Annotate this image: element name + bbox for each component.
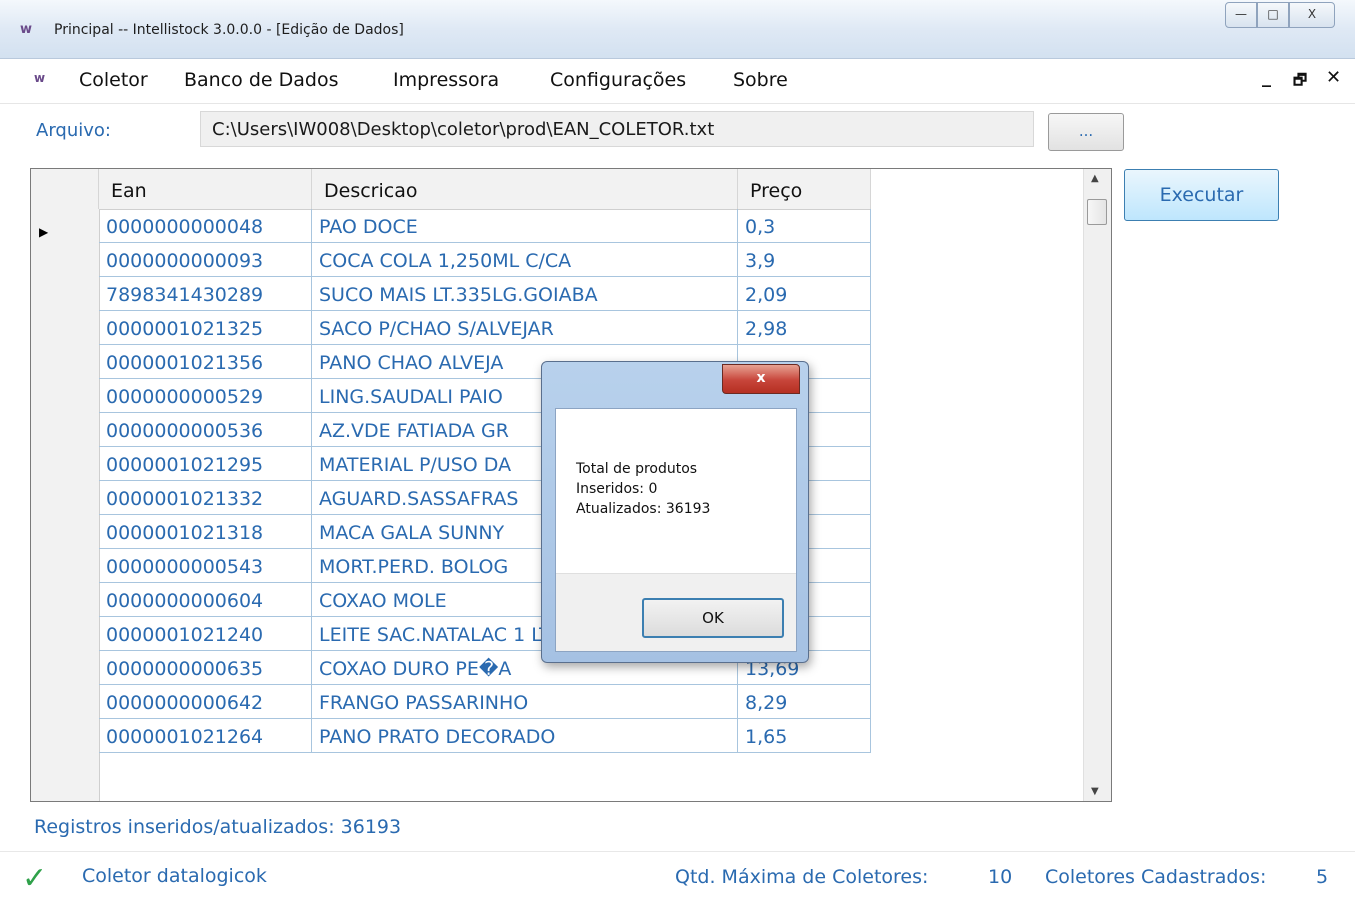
table-row[interactable]: 7898341430289 SUCO MAIS LT.335LG.GOIABA 2,…	[99, 277, 871, 311]
close-button[interactable]: X	[1289, 2, 1335, 28]
table-row[interactable]: 0000000000642 FRANGO PASSARINHO 8,29	[99, 685, 871, 719]
cell-ean[interactable]: 0000001021325	[99, 311, 312, 345]
column-header-preco[interactable]: Preço	[738, 169, 871, 209]
grid-vertical-scrollbar[interactable]: ▲ ▼	[1083, 169, 1111, 801]
dialog-message-line: Inseridos: 0	[576, 481, 658, 497]
cell-ean[interactable]: 0000001021332	[99, 481, 312, 515]
cell-preco[interactable]: 8,29	[738, 685, 871, 719]
cell-descricao[interactable]: PANO PRATO DECORADO	[312, 719, 738, 753]
cell-ean[interactable]: 0000000000642	[99, 685, 312, 719]
cell-descricao[interactable]: PAO DOCE	[312, 209, 738, 243]
window-title: Principal -- Intellistock 3.0.0.0 - [Edi…	[54, 22, 404, 38]
dialog-footer: OK	[556, 573, 796, 651]
menu-bar: w Coletor Banco de Dados Impressora Conf…	[0, 59, 1355, 104]
cell-ean[interactable]: 0000001021318	[99, 515, 312, 549]
records-count-label: Registros inseridos/atualizados: 36193	[34, 816, 402, 838]
menu-banco-de-dados[interactable]: Banco de Dados	[184, 69, 338, 91]
table-row[interactable]: 0000001021264 PANO PRATO DECORADO 1,65	[99, 719, 871, 753]
intellistock-logo-icon: w	[20, 22, 33, 37]
file-label: Arquivo:	[36, 120, 111, 141]
grid-header: Ean Descricao Preço	[31, 169, 871, 210]
row-header-column[interactable]	[31, 209, 100, 801]
file-path-input[interactable]: C:\Users\IW008\Desktop\coletor\prod\EAN_…	[200, 111, 1034, 147]
cell-ean[interactable]: 0000001021264	[99, 719, 312, 753]
minimize-button[interactable]: —	[1225, 2, 1257, 28]
status-bar: ✓ Coletor datalogicok Qtd. Máxima de Col…	[0, 851, 1355, 902]
row-header-corner	[31, 169, 99, 209]
cell-ean[interactable]: 0000000000529	[99, 379, 312, 413]
cell-ean[interactable]: 0000001021240	[99, 617, 312, 651]
table-row[interactable]: 0000000000048 PAO DOCE 0,3	[99, 209, 871, 243]
cell-ean[interactable]: 0000001021356	[99, 345, 312, 379]
column-header-ean[interactable]: Ean	[99, 169, 312, 209]
cell-preco[interactable]: 3,9	[738, 243, 871, 277]
mdi-app-icon[interactable]: w	[34, 71, 45, 85]
cell-ean[interactable]: 0000000000048	[99, 209, 312, 243]
cell-ean[interactable]: 0000000000635	[99, 651, 312, 685]
cell-preco[interactable]: 1,65	[738, 719, 871, 753]
column-header-descricao[interactable]: Descricao	[312, 169, 738, 209]
table-row[interactable]: 0000000000093 COCA COLA 1,250ML C/CA 3,9	[99, 243, 871, 277]
window-controls: — □ X	[1225, 2, 1335, 28]
message-dialog: x Total de produtos Inseridos: 0 Atualiz…	[541, 361, 809, 663]
scroll-down-icon[interactable]: ▼	[1091, 786, 1099, 797]
menu-coletor[interactable]: Coletor	[79, 69, 148, 91]
cell-preco[interactable]: 2,98	[738, 311, 871, 345]
cell-ean[interactable]: 0000000000604	[99, 583, 312, 617]
window-titlebar[interactable]: w Principal -- Intellistock 3.0.0.0 - [E…	[0, 0, 1355, 59]
checkmark-icon: ✓	[22, 861, 48, 896]
browse-button[interactable]: ...	[1048, 113, 1124, 151]
menu-sobre[interactable]: Sobre	[733, 69, 788, 91]
cell-preco[interactable]: 2,09	[738, 277, 871, 311]
scroll-up-icon[interactable]: ▲	[1091, 173, 1099, 184]
collector-status: Coletor datalogicok	[82, 865, 267, 887]
dialog-close-button[interactable]: x	[722, 364, 800, 394]
mdi-close-icon[interactable]: ✕	[1326, 67, 1341, 88]
ok-button[interactable]: OK	[642, 598, 784, 638]
registered-collectors-label: Coletores Cadastrados:	[1045, 866, 1267, 888]
cell-ean[interactable]: 7898341430289	[99, 277, 312, 311]
cell-ean[interactable]: 0000000000093	[99, 243, 312, 277]
cell-preco[interactable]: 0,3	[738, 209, 871, 243]
cell-ean[interactable]: 0000000000536	[99, 413, 312, 447]
cell-ean[interactable]: 0000000000543	[99, 549, 312, 583]
cell-descricao[interactable]: COCA COLA 1,250ML C/CA	[312, 243, 738, 277]
cell-descricao[interactable]: SUCO MAIS LT.335LG.GOIABA	[312, 277, 738, 311]
table-row[interactable]: 0000001021325 SACO P/CHAO S/ALVEJAR 2,98	[99, 311, 871, 345]
menu-configuracoes[interactable]: Configurações	[550, 69, 686, 91]
max-collectors-label: Qtd. Máxima de Coletores:	[675, 866, 929, 888]
mdi-minimize-icon[interactable]: _	[1262, 67, 1271, 88]
dialog-body: Total de produtos Inseridos: 0 Atualizad…	[555, 408, 797, 652]
cell-ean[interactable]: 0000001021295	[99, 447, 312, 481]
maximize-button[interactable]: □	[1257, 2, 1289, 28]
cell-descricao[interactable]: FRANGO PASSARINHO	[312, 685, 738, 719]
registered-collectors-value: 5	[1316, 866, 1329, 888]
dialog-message-line: Total de produtos	[576, 461, 698, 477]
mdi-restore-icon[interactable]: 🗗	[1293, 70, 1307, 95]
cell-descricao[interactable]: SACO P/CHAO S/ALVEJAR	[312, 311, 738, 345]
dialog-message: Total de produtos Inseridos: 0 Atualizad…	[576, 459, 710, 519]
dialog-message-line: Atualizados: 36193	[576, 501, 711, 517]
current-row-indicator-icon: ▶	[39, 225, 49, 239]
execute-button[interactable]: Executar	[1124, 169, 1279, 221]
scroll-thumb[interactable]	[1087, 199, 1107, 225]
max-collectors-value: 10	[988, 866, 1013, 888]
file-path-text: C:\Users\IW008\Desktop\coletor\prod\EAN_…	[212, 119, 715, 140]
menu-impressora[interactable]: Impressora	[393, 69, 499, 91]
